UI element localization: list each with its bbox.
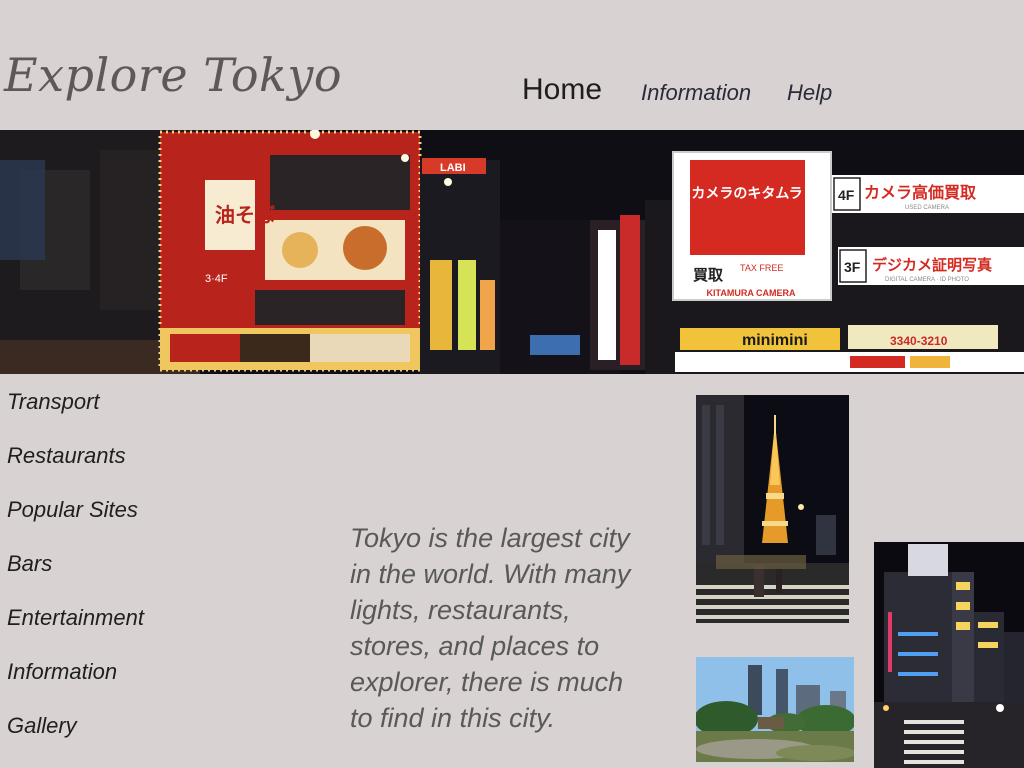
site-title: Explore Tokyo (4, 48, 343, 102)
side-nav-gallery[interactable]: Gallery (7, 713, 77, 739)
tokyo-tower-photo (696, 395, 849, 623)
nav-help-link[interactable]: Help (787, 80, 832, 106)
sign-floor-34: 3·4F (205, 273, 228, 285)
side-nav-information[interactable]: Information (7, 659, 117, 685)
sign-used-camera-en: USED CAMERA (905, 205, 949, 211)
sign-labi: LABI (440, 162, 466, 174)
sign-kaitori: 買取 (693, 266, 724, 284)
side-nav-popular-sites[interactable]: Popular Sites (7, 497, 138, 523)
side-nav-transport[interactable]: Transport (7, 389, 100, 415)
sign-floor-3: 3F (844, 259, 861, 275)
sign-store-name: カメラのキタムラ (691, 186, 802, 202)
intro-paragraph: Tokyo is the largest city in the world. … (350, 520, 670, 736)
nav-information-link[interactable]: Information (641, 80, 751, 106)
sign-digital-photo-en: DIGITAL CAMERA · ID PHOTO (885, 277, 969, 283)
side-nav-entertainment[interactable]: Entertainment (7, 605, 144, 631)
sign-minimini-phone: 3340-3210 (890, 334, 948, 348)
night-street-illustration: 油そば 3·4F LABI カメラのキタムラ 買取 TAX FREE KITAM… (0, 130, 1024, 374)
sign-used-camera: カメラ高価買取 (864, 183, 976, 202)
nav-home-link[interactable]: Home (522, 73, 602, 107)
side-nav-restaurants[interactable]: Restaurants (7, 443, 126, 469)
intro-line: in the world. With many (350, 559, 631, 589)
sign-floor-4: 4F (838, 187, 855, 203)
side-nav-bars[interactable]: Bars (7, 551, 52, 577)
intro-line: stores, and places to (350, 631, 600, 661)
sign-minimini: minimini (742, 332, 808, 349)
sign-store-en: KITAMURA CAMERA (707, 288, 796, 298)
sign-noodle: 油そば (215, 203, 275, 227)
sign-tax-free: TAX FREE (740, 263, 783, 273)
intro-line: explorer, there is much (350, 667, 624, 697)
intro-line: lights, restaurants, (350, 595, 571, 625)
hero-banner-image: 油そば 3·4F LABI カメラのキタムラ 買取 TAX FREE KITAM… (0, 130, 1024, 374)
intro-line: Tokyo is the largest city (350, 523, 630, 553)
city-garden-photo (696, 657, 854, 762)
night-crossing-photo (874, 542, 1024, 768)
sign-digital-photo: デジカメ証明写真 (872, 256, 992, 274)
intro-line: to find in this city. (350, 703, 556, 733)
